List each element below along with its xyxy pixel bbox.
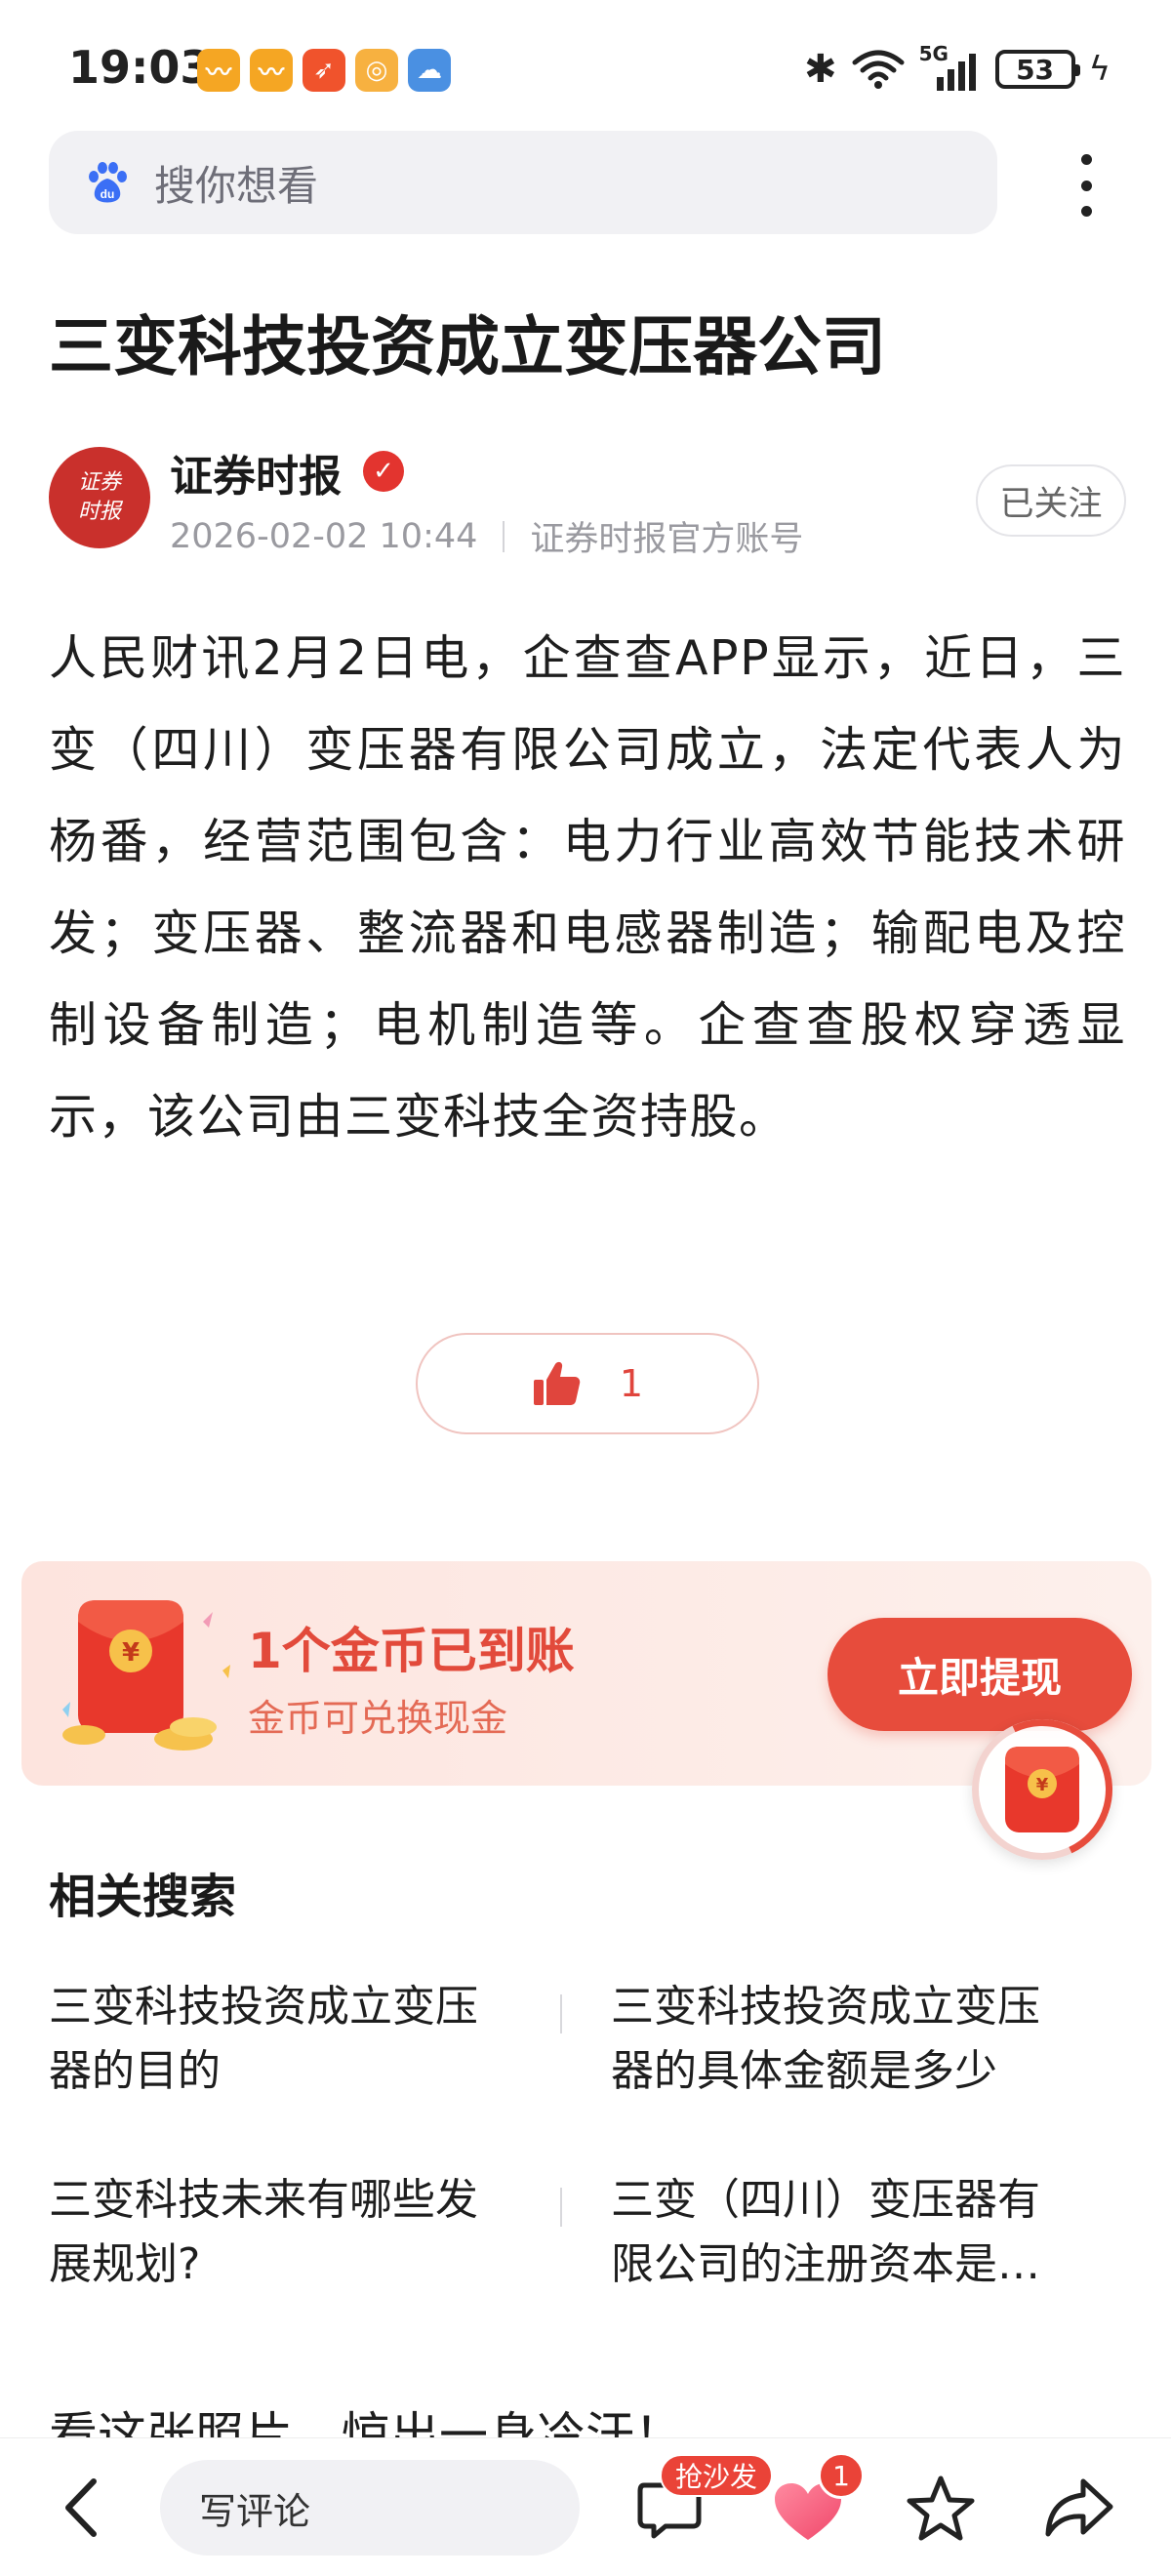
app-notification-icon: 〰 bbox=[250, 49, 293, 92]
author-meta: 2026-02-02 10:44 证券时报官方账号 bbox=[170, 511, 803, 561]
app-notification-icon: ➶ bbox=[303, 49, 345, 92]
floating-red-packet-button[interactable]: ¥ bbox=[972, 1719, 1112, 1860]
weather-icon: ☁ bbox=[408, 49, 451, 92]
related-search-item[interactable]: 三变科技投资成立变压器的具体金额是多少 bbox=[611, 1975, 1070, 2104]
related-search-text: 三变（四川）变压器有限公司的注册资本是多少 bbox=[611, 2175, 1040, 2289]
page: 19:03 〰 〰 ➶ ◎ ☁ ✱ 5G 53 ϟ du 搜你想看 三变科技投资… bbox=[0, 0, 1171, 2576]
notification-icons: 〰 〰 ➶ ◎ ☁ bbox=[197, 49, 451, 92]
thumbs-up-icon bbox=[533, 1361, 581, 1405]
back-arrow-icon[interactable] bbox=[55, 2474, 109, 2542]
status-bar: 19:03 〰 〰 ➶ ◎ ☁ ✱ 5G 53 ϟ bbox=[0, 0, 1171, 127]
author-avatar[interactable]: 证券时报 bbox=[49, 447, 150, 548]
comment-input[interactable]: 写评论 bbox=[160, 2460, 580, 2556]
baidu-logo-icon: du bbox=[89, 162, 127, 203]
search-placeholder: 搜你想看 bbox=[154, 161, 319, 210]
article-title: 三变科技投资成立变压器公司 bbox=[49, 309, 886, 384]
meta-divider bbox=[503, 520, 505, 552]
related-search-text: 三变科技投资成立变压器的具体金额是多少 bbox=[611, 1982, 1040, 2096]
svg-text:¥: ¥ bbox=[122, 1638, 140, 1668]
bottom-action-bar: 写评论 抢沙发 1 bbox=[0, 2437, 1171, 2576]
column-divider bbox=[560, 1994, 562, 2033]
battery-icon: 53 bbox=[994, 50, 1080, 89]
red-packet-coins-icon: ¥ bbox=[62, 1600, 230, 1751]
avatar-text: 证券时报 bbox=[77, 470, 121, 524]
favorite-star-icon[interactable] bbox=[906, 2474, 976, 2544]
withdraw-button[interactable]: 立即提现 bbox=[828, 1618, 1132, 1731]
related-search-item[interactable]: 三变（四川）变压器有限公司的注册资本是多少 bbox=[611, 2168, 1070, 2297]
related-search-item[interactable]: 三变科技投资成立变压器的目的 bbox=[49, 1975, 507, 2104]
author-name[interactable]: 证券时报 bbox=[170, 441, 342, 503]
coin-subtitle: 金币可兑换现金 bbox=[248, 1697, 508, 1740]
search-input[interactable]: du 搜你想看 bbox=[49, 131, 997, 234]
account-type: 证券时报官方账号 bbox=[530, 520, 804, 559]
red-packet-icon: ¥ bbox=[1005, 1747, 1079, 1832]
wifi-icon bbox=[852, 50, 905, 89]
app-notification-icon: ◎ bbox=[355, 49, 398, 92]
svg-text:du: du bbox=[101, 187, 115, 201]
status-time: 19:03 bbox=[68, 41, 212, 94]
heart-count-badge: 1 bbox=[818, 2452, 865, 2499]
publish-date: 2026-02-02 10:44 bbox=[170, 516, 478, 556]
related-search-text: 三变科技未来有哪些发展规划? bbox=[49, 2175, 478, 2289]
bluetooth-icon: ✱ bbox=[804, 47, 837, 92]
related-search-text: 三变科技投资成立变压器的目的 bbox=[49, 1982, 478, 2096]
follow-button[interactable]: 已关注 bbox=[976, 464, 1126, 537]
charging-icon: ϟ bbox=[1088, 50, 1110, 89]
battery-level: 53 bbox=[1016, 53, 1055, 86]
article-body: 人民财讯2月2日电，企查查APP显示，近日，三变（四川）变压器有限公司成立，法定… bbox=[49, 630, 1126, 1145]
cellular-signal-icon: 5G bbox=[919, 42, 982, 91]
more-options-button[interactable] bbox=[1054, 146, 1118, 224]
app-notification-icon: 〰 bbox=[197, 49, 240, 92]
sofa-badge: 抢沙发 bbox=[660, 2454, 774, 2497]
coin-title: 1个金币已到账 bbox=[248, 1623, 575, 1679]
related-searches-title: 相关搜索 bbox=[49, 1870, 237, 1924]
like-button[interactable]: 1 bbox=[416, 1333, 759, 1434]
comment-placeholder: 写评论 bbox=[199, 2489, 311, 2533]
column-divider bbox=[560, 2188, 562, 2227]
svg-text:¥: ¥ bbox=[1036, 1775, 1049, 1795]
share-icon[interactable] bbox=[1042, 2474, 1116, 2544]
like-count: 1 bbox=[619, 1362, 644, 1405]
verified-icon: ✓ bbox=[363, 451, 404, 492]
status-indicators: ✱ 5G 53 ϟ bbox=[804, 42, 1110, 92]
related-search-item[interactable]: 三变科技未来有哪些发展规划? bbox=[49, 2168, 507, 2297]
